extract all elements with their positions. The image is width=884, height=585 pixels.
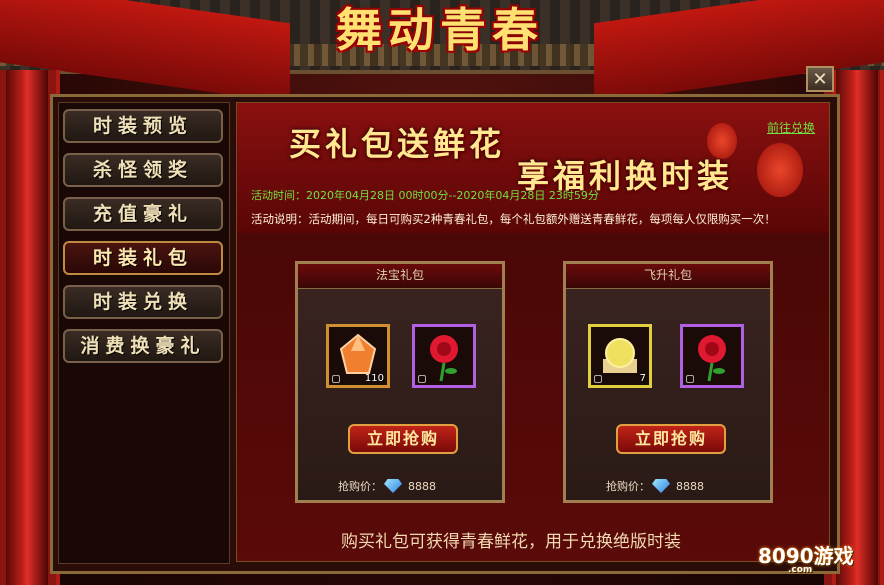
pack-name: 法宝礼包: [298, 264, 502, 289]
site-watermark-logo: 8090游戏 .com: [758, 540, 854, 575]
price-row: 抢购价： 8888: [606, 478, 704, 495]
orb-item-slot[interactable]: 7: [588, 324, 652, 388]
desc-label: 活动说明：: [251, 212, 309, 226]
pack-name: 飞升礼包: [566, 264, 770, 289]
price-row: 抢购价： 8888: [338, 478, 436, 495]
time-value: 2020年04月28日 00时00分--2020年04月28日 23时59分: [306, 189, 599, 202]
sidebar-item-fashion-exchange[interactable]: 时装兑换: [63, 285, 223, 319]
lantern-icon: [757, 143, 803, 197]
content-panel: 买礼包送鲜花 享福利换时装 前往兑换 活动时间：2020年04月28日 00时0…: [236, 102, 830, 562]
rose-item-slot[interactable]: [680, 324, 744, 388]
sidebar-item-kill-rewards[interactable]: 杀怪领奖: [63, 153, 223, 187]
diamond-icon: [384, 479, 402, 493]
gift-pack-card: 飞升礼包 7 立即抢购 抢购价： 8888: [563, 261, 773, 503]
sidebar-item-spend-gifts[interactable]: 消费换豪礼: [63, 329, 223, 363]
activity-description: 活动说明：活动期间，每日可购买2种青春礼包，每个礼包额外赠送青春鲜花，每项每人仅…: [251, 211, 776, 227]
lock-icon: [332, 375, 340, 383]
activity-time: 活动时间：2020年04月28日 00时00分--2020年04月28日 23时…: [251, 187, 599, 203]
buy-now-button[interactable]: 立即抢购: [616, 424, 726, 454]
sidebar: 时装预览 杀怪领奖 充值豪礼 时装礼包 时装兑换 消费换豪礼: [58, 102, 230, 564]
rose-item-slot[interactable]: [412, 324, 476, 388]
goto-exchange-link[interactable]: 前往兑换: [767, 119, 815, 136]
price-label: 抢购价：: [338, 480, 382, 493]
window-title: 舞动青春: [336, 3, 544, 57]
desc-value: 活动期间，每日可购买2种青春礼包，每个礼包额外赠送青春鲜花，每项每人仅限购买一次…: [308, 212, 776, 226]
game-screen: 舞动青春 ✕ 时装预览 杀怪领奖 充值豪礼 时装礼包 时装兑换 消费换豪礼 买礼…: [0, 0, 884, 585]
lock-icon: [686, 375, 694, 383]
time-label: 活动时间：: [251, 189, 306, 202]
price-value: 8888: [676, 480, 704, 493]
banner-title-1: 买礼包送鲜花: [289, 125, 506, 163]
diamond-icon: [652, 479, 670, 493]
lock-icon: [418, 375, 426, 383]
lock-icon: [594, 375, 602, 383]
close-button[interactable]: ✕: [806, 66, 834, 92]
item-count: 7: [639, 373, 646, 384]
left-pillar: [6, 70, 48, 585]
crystal-item-slot[interactable]: 110: [326, 324, 390, 388]
gift-pack-card: 法宝礼包 110 立即抢购 抢购价： 8888: [295, 261, 505, 503]
sidebar-item-fashion-pack[interactable]: 时装礼包: [63, 241, 223, 275]
footer-note: 购买礼包可获得青春鲜花，用于兑换绝版时装: [341, 532, 681, 552]
sidebar-item-recharge-gifts[interactable]: 充值豪礼: [63, 197, 223, 231]
right-pillar: [836, 70, 878, 585]
price-value: 8888: [408, 480, 436, 493]
event-banner: 买礼包送鲜花 享福利换时装 前往兑换 活动时间：2020年04月28日 00时0…: [237, 103, 829, 233]
buy-now-button[interactable]: 立即抢购: [348, 424, 458, 454]
sidebar-item-fashion-preview[interactable]: 时装预览: [63, 109, 223, 143]
item-count: 110: [364, 373, 384, 384]
price-label: 抢购价：: [606, 480, 650, 493]
